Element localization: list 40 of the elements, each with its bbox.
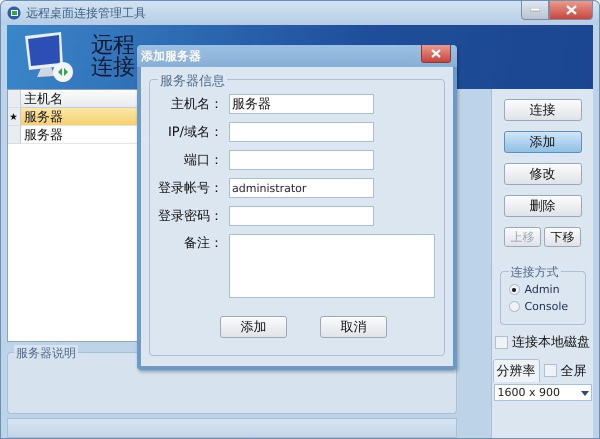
input-field[interactable]	[229, 206, 374, 226]
input-field[interactable]: administrator	[229, 178, 374, 198]
add-button[interactable]: 添加	[504, 131, 582, 153]
notes-field[interactable]	[229, 234, 435, 298]
banner-title: 远程	[91, 35, 135, 57]
input-field[interactable]	[229, 150, 374, 170]
resolution-dropdown[interactable]: 1600 x 900	[494, 384, 592, 401]
field-label: 备注：	[183, 235, 223, 252]
checkbox[interactable]: 连接本地磁盘	[495, 333, 590, 351]
resolution-tab[interactable]: 分辨率	[492, 359, 540, 382]
field-label: IP/域名：	[166, 124, 223, 141]
move-down-button[interactable]: 下移	[544, 227, 581, 247]
delete-button[interactable]: 删除	[504, 195, 582, 217]
group-title: 服务器信息	[158, 72, 227, 90]
window-title: 远程桌面连接管理工具	[26, 4, 147, 22]
field-label: 端口：	[183, 152, 223, 169]
banner-title: 连接	[91, 57, 135, 79]
minimize-icon	[530, 8, 540, 12]
radio-option[interactable]: Admin	[508, 283, 584, 296]
input-field[interactable]: 服务器	[229, 94, 374, 114]
dropdown-arrow-icon	[578, 388, 590, 396]
close-button[interactable]	[421, 45, 451, 63]
dialog-title: 添加服务器	[141, 48, 202, 64]
close-icon	[566, 5, 576, 15]
close-icon	[431, 49, 441, 58]
edit-button[interactable]: 修改	[504, 163, 582, 185]
app-icon	[7, 6, 21, 20]
connect-button[interactable]: 连接	[504, 99, 582, 121]
cancel-button[interactable]: 取消	[320, 316, 387, 338]
input-field[interactable]	[229, 122, 374, 142]
row-header[interactable]	[8, 108, 21, 126]
minimize-button[interactable]	[521, 1, 549, 20]
group-title: 连接方式	[508, 264, 560, 281]
close-button[interactable]	[549, 1, 593, 20]
field-label: 主机名：	[170, 96, 223, 113]
add-button[interactable]: 添加	[220, 316, 287, 338]
field-label: 登录密码：	[157, 208, 223, 225]
checkbox[interactable]: 全屏	[544, 362, 586, 380]
field-label: 登录帐号：	[157, 180, 223, 197]
radio-option[interactable]: Console	[508, 300, 584, 313]
